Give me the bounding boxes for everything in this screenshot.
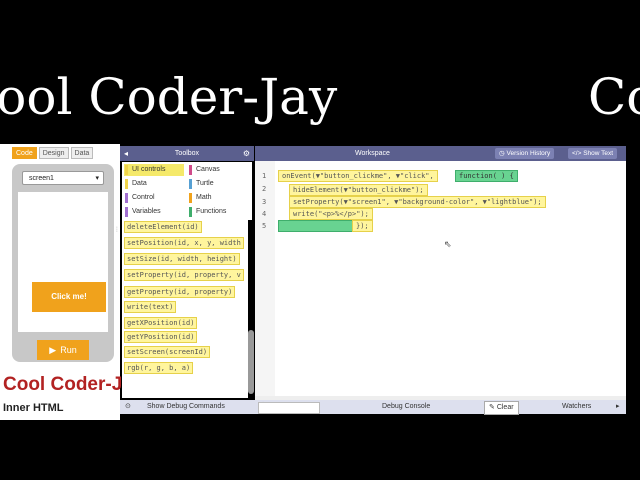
caption-subtitle: Inner HTML [3,402,64,414]
screen-select[interactable]: screen1 ▾ [22,171,104,185]
clear-button[interactable]: ✎ Clear [484,401,519,415]
block-get-property[interactable]: getProperty(id, property) [124,286,236,298]
mouse-cursor-icon: ⇖ [444,240,452,250]
block-set-screen[interactable]: setScreen(screenId) [124,346,211,358]
category-data[interactable]: Data [124,178,184,190]
line-number: 4 [262,210,267,218]
play-icon: ▶ [49,345,57,355]
category-functions[interactable]: Functions [188,206,248,218]
app-screen: Click me! [18,192,108,332]
block-set-property[interactable]: setProperty(id, property, v [124,269,244,281]
on-event-block[interactable]: onEvent(▼"button_clickme", ▼"click", [278,170,438,182]
toolbox-categories: UI controls Canvas Data Turtle Control M… [122,162,252,220]
category-canvas[interactable]: Canvas [188,164,248,176]
closing-brace-block[interactable] [278,220,360,232]
toolbox-scrollbar[interactable] [248,330,254,394]
expand-watchers-icon[interactable]: ▸ [616,400,620,414]
run-button[interactable]: ▶ Run [37,340,89,360]
block-set-position[interactable]: setPosition(id, x, y, width [124,237,244,249]
phone-frame: screen1 ▾ Click me! [12,164,114,362]
toolbox-blocks: deleteElement(id) setPosition(id, x, y, … [122,220,248,398]
show-debug-commands[interactable]: Show Debug Commands [147,400,225,414]
run-label: Run [60,345,77,355]
show-text-button[interactable]: </> Show Text [568,148,618,159]
line-number: 5 [262,222,267,230]
debug-bar: ⊙ Show Debug Commands 🐞 Debug Console ✎ … [120,400,626,415]
collapse-icon[interactable]: ◂ [124,146,128,161]
debug-input[interactable] [258,402,320,414]
gear-icon[interactable]: ⚙ [243,146,250,161]
block-get-y-position[interactable]: getYPosition(id) [124,331,198,343]
category-turtle[interactable]: Turtle [188,178,248,190]
block-rgb[interactable]: rgb(r, g, b, a) [124,362,194,374]
panel-resize-handle[interactable]: ⋮ [114,226,120,233]
block-delete-element[interactable]: deleteElement(id) [124,221,202,233]
closing-paren-block[interactable]: }); [352,220,373,232]
workspace-header: Workspace ◷ Version History </> Show Tex… [255,146,626,161]
tab-code[interactable]: Code [12,147,37,159]
banner-title-repeat: Cool Coder-Jay [588,68,640,126]
line-number: 3 [262,198,267,206]
write-block[interactable]: write("<p>%</p>"); [289,208,373,220]
hide-element-block[interactable]: hideElement(▼"button_clickme"); [289,184,428,196]
debug-console-label: Debug Console [382,403,431,410]
tab-data[interactable]: Data [70,147,94,159]
watchers-label[interactable]: Watchers [562,400,591,414]
version-history-label: Version History [506,150,551,157]
toolbox-header: ◂ Toolbox ⚙ [120,146,254,161]
tab-design[interactable]: Design [38,147,69,159]
screen-select-value: screen1 [29,175,54,182]
click-me-button[interactable]: Click me! [32,282,106,312]
function-block[interactable]: function( ) { [455,170,518,182]
version-history-button[interactable]: ◷ Version History [495,148,555,159]
category-ui-controls[interactable]: UI controls [124,164,184,176]
show-text-label: Show Text [583,150,614,157]
block-set-size[interactable]: setSize(id, width, height) [124,253,240,265]
category-control[interactable]: Control [124,192,184,204]
line-number: 1 [262,172,267,180]
line-number: 2 [262,185,267,193]
category-variables[interactable]: Variables [124,206,184,218]
chevron-down-icon: ▾ [95,175,99,182]
block-get-x-position[interactable]: getXPosition(id) [124,317,198,329]
mode-tabs: Code Design Data [12,147,94,159]
video-banner: Cool Coder-Jay Cool Coder-Jay [0,62,640,132]
block-write[interactable]: write(text) [124,301,177,313]
banner-title: Cool Coder-Jay [0,68,338,126]
set-property-block[interactable]: setProperty(▼"screen1", ▼"background-col… [289,196,546,208]
collapse-debug-icon[interactable]: ⊙ [125,400,131,414]
category-math[interactable]: Math [188,192,248,204]
clear-label: Clear [496,404,514,411]
toolbox-title: Toolbox [174,150,200,157]
workspace-title: Workspace [355,150,390,157]
